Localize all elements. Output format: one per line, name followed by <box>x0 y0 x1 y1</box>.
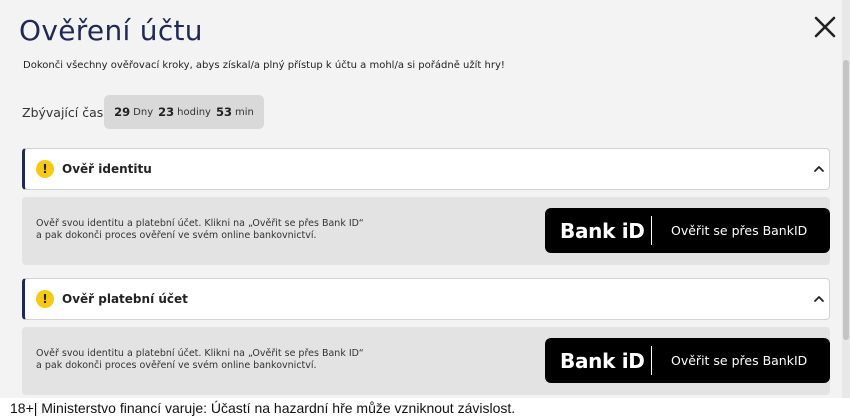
section-header-payment-account[interactable]: ! Ověř platební účet <box>22 278 830 320</box>
description-line: Ověř svou identitu a platební účet. Klik… <box>36 218 364 229</box>
warning-icon: ! <box>36 290 54 308</box>
gambling-disclaimer: 18+| Ministerstvo financí varuje: Účastí… <box>10 400 516 416</box>
timer-days: 29 <box>114 105 131 119</box>
warning-icon: ! <box>36 160 54 178</box>
scrollbar[interactable] <box>842 0 850 398</box>
intro-text: Dokonči všechny ověřovací kroky, abys zí… <box>23 60 505 71</box>
button-divider <box>651 346 652 375</box>
section-panel-identity: Ověř svou identitu a platební účet. Klik… <box>22 197 830 265</box>
section-panel-payment-account: Ověř svou identitu a platební účet. Klik… <box>22 327 830 395</box>
close-icon[interactable] <box>812 14 838 40</box>
chevron-up-icon[interactable] <box>813 293 825 305</box>
timer-label: Zbývající čas: <box>22 105 108 120</box>
scrollbar-thumb[interactable] <box>843 60 849 340</box>
bankid-logo: Bank iD <box>560 349 645 373</box>
verification-modal: Ověření účtu Dokonči všechny ověřovací k… <box>0 0 850 398</box>
section-header-identity[interactable]: ! Ověř identitu <box>22 148 830 190</box>
description-line: Ověř svou identitu a platební účet. Klik… <box>36 348 364 359</box>
section-title: Ověř platební účet <box>62 292 188 306</box>
section-description: Ověř svou identitu a platební účet. Klik… <box>36 348 466 372</box>
section-title: Ověř identitu <box>62 162 152 176</box>
timer-badge: 29 Dny 23 hodiny 53 min <box>104 95 264 129</box>
bankid-logo: Bank iD <box>560 219 645 243</box>
timer-hours-unit: hodiny <box>177 106 211 118</box>
chevron-up-icon[interactable] <box>813 163 825 175</box>
button-label: Ověřit se přes BankID <box>671 223 808 238</box>
timer-hours: 23 <box>158 105 175 119</box>
button-label: Ověřit se přes BankID <box>671 353 808 368</box>
button-divider <box>651 216 652 245</box>
timer-days-unit: Dny <box>133 106 154 118</box>
bankid-verify-button[interactable]: Bank iD Ověřit se přes BankID <box>545 338 830 383</box>
section-description: Ověř svou identitu a platební účet. Klik… <box>36 218 466 242</box>
description-line: a pak dokonči proces ověření ve svém onl… <box>36 230 317 241</box>
timer-minutes-unit: min <box>235 106 254 118</box>
timer-minutes: 53 <box>215 105 232 119</box>
bankid-verify-button[interactable]: Bank iD Ověřit se přes BankID <box>545 208 830 253</box>
page-title: Ověření účtu <box>19 14 203 47</box>
description-line: a pak dokonči proces ověření ve svém onl… <box>36 360 317 371</box>
